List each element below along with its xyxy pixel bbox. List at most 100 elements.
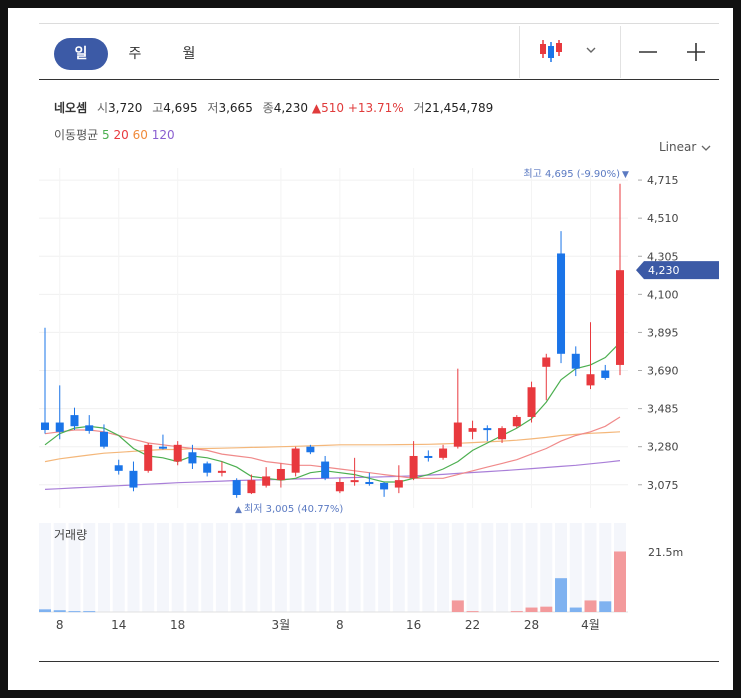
candle [291, 446, 300, 477]
candle-body [276, 468, 285, 481]
volume-bg [496, 523, 509, 612]
volume-bg [201, 523, 214, 612]
volume-bg [186, 523, 199, 612]
volume-bar [584, 600, 597, 612]
volume-bg [481, 523, 494, 612]
candle [173, 441, 182, 466]
candle [203, 461, 212, 477]
volume-bg [142, 523, 155, 612]
candle-body [232, 480, 241, 495]
volume-bg [422, 523, 435, 612]
y-tick-label: 3,895 [647, 326, 679, 339]
high-annotation: 최고 4,695 (-9.90%) [523, 168, 620, 180]
y-tick-label: 3,075 [647, 479, 679, 492]
up-triangle-icon: ▲ [235, 505, 242, 515]
volume-bg [112, 523, 125, 612]
volume-bg [599, 523, 612, 612]
volume-bg [437, 523, 450, 612]
candle [158, 434, 167, 450]
down-triangle-icon: ▼ [622, 170, 629, 180]
candle-body [144, 444, 153, 471]
candle-body [41, 422, 49, 430]
volume-bar [510, 611, 523, 613]
candle-body [424, 455, 433, 458]
candle-body [365, 481, 374, 484]
volume-bg [363, 523, 376, 612]
candle-body [291, 448, 300, 473]
volume-bar [540, 606, 553, 612]
y-tick-label: 3,485 [647, 403, 679, 416]
candle [41, 327, 49, 434]
candle [247, 474, 256, 495]
candle [217, 461, 226, 477]
candle-body [55, 422, 64, 432]
candle-body [85, 425, 94, 431]
svg-text:4,230: 4,230 [648, 264, 680, 277]
low-annotation: 최저 3,005 (40.77%) [244, 503, 343, 515]
candle [70, 407, 79, 430]
candle [55, 385, 64, 440]
candle-body [409, 455, 418, 479]
volume-bg [333, 523, 346, 612]
volume-bar [569, 607, 582, 612]
x-tick-label: 18 [170, 618, 185, 632]
candle [557, 231, 566, 364]
volume-bar [555, 578, 568, 612]
volume-bg [466, 523, 479, 612]
volume-bg [260, 523, 273, 612]
candle-body [439, 448, 448, 458]
candle [424, 450, 433, 462]
x-tick-label: 8 [336, 618, 344, 632]
candle-body [380, 482, 389, 490]
candle-body [321, 461, 330, 479]
candle-body [158, 446, 167, 449]
volume-bg [127, 523, 140, 612]
candle [232, 478, 241, 498]
candle [276, 463, 285, 488]
chart-widget: 일 주 월 네오셈 시3,720 고4,695 저3,665 종4,230 ▲5… [8, 8, 733, 690]
price-chart[interactable]: 4,7154,5104,3054,1003,8953,6903,4853,280… [8, 8, 733, 690]
x-tick-label: 28 [524, 618, 539, 632]
candle [483, 425, 492, 442]
candle-body [394, 480, 403, 488]
candle [262, 467, 271, 488]
candle [512, 415, 521, 429]
candle-body [601, 370, 610, 378]
volume-bg [156, 523, 169, 612]
volume-bg [451, 523, 464, 612]
candle-body [483, 428, 492, 431]
current-price-tag: 4,230 [636, 261, 719, 280]
x-tick-label: 4월 [581, 618, 600, 632]
x-tick-label: 8 [56, 618, 64, 632]
candle-body [335, 481, 344, 492]
volume-bg [289, 523, 302, 612]
volume-bar [466, 611, 479, 613]
volume-bg [584, 523, 597, 612]
y-tick-label: 4,715 [647, 174, 679, 187]
volume-bg [569, 523, 582, 612]
y-tick-label: 4,100 [647, 288, 679, 301]
x-tick-label: 14 [111, 618, 126, 632]
volume-bg [304, 523, 317, 612]
candle [527, 381, 536, 423]
volume-bg [348, 523, 361, 612]
candle-body [350, 480, 359, 483]
candle [542, 353, 551, 401]
candle [616, 183, 624, 376]
y-tick-label: 4,510 [647, 212, 679, 225]
bottom-rule [39, 661, 719, 662]
volume-bg [171, 523, 184, 612]
x-tick-label: 3월 [272, 618, 291, 632]
ma20-line [44, 416, 621, 479]
volume-bg [215, 523, 228, 612]
candle [571, 346, 580, 377]
volume-bg [510, 523, 523, 612]
candle-body [498, 428, 507, 440]
volume-bg [540, 523, 553, 612]
candle-body [453, 422, 462, 447]
candle-body [468, 428, 477, 432]
candle-body [512, 416, 521, 427]
candle [321, 455, 330, 481]
candle-body [70, 415, 79, 427]
y-tick-label: 3,690 [647, 365, 679, 378]
